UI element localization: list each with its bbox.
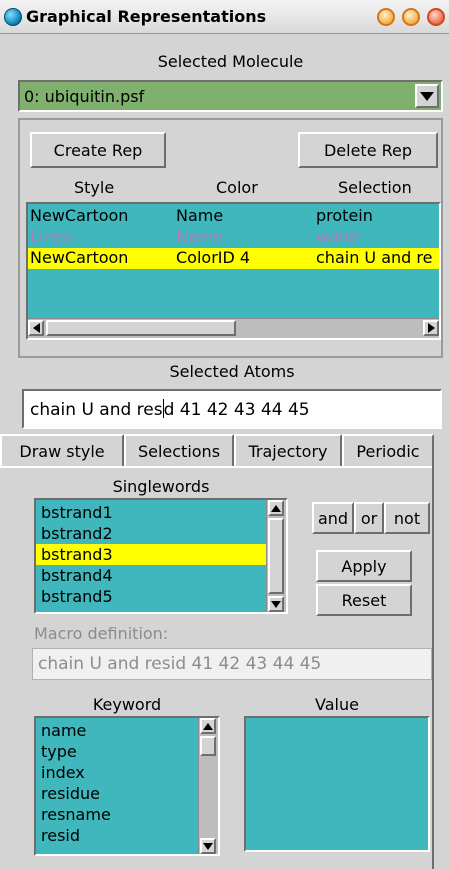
apply-button[interactable]: Apply [316, 550, 412, 582]
and-button[interactable]: and [312, 502, 354, 534]
keyword-scroll-thumb[interactable] [200, 736, 216, 756]
reset-button[interactable]: Reset [316, 584, 412, 616]
scroll-up-arrow-icon[interactable] [200, 718, 216, 734]
rep-style: NewCartoon [30, 206, 129, 225]
list-item[interactable]: bstrand1 [36, 502, 266, 523]
value-label: Value [315, 695, 359, 714]
singlewords-list[interactable]: bstrand1 bstrand2 bstrand3 bstrand4 bstr… [34, 498, 288, 614]
rep-style: Lines [30, 227, 72, 246]
macro-definition-label: Macro definition: [34, 624, 169, 643]
tab-underline [0, 466, 434, 468]
minimize-icon[interactable] [377, 8, 395, 26]
reps-scroll-thumb[interactable] [46, 320, 236, 336]
keyword-vertical-scrollbar[interactable] [198, 718, 218, 854]
not-button[interactable]: not [384, 502, 430, 534]
list-item[interactable]: resname [36, 804, 198, 825]
tab-selections[interactable]: Selections [124, 434, 234, 466]
title-bar[interactable]: Graphical Representations [0, 0, 449, 34]
tab-panel-right-edge [432, 466, 434, 869]
column-header-style: Style [74, 178, 115, 197]
delete-rep-button[interactable]: Delete Rep [298, 132, 438, 168]
keyword-label: Keyword [92, 695, 162, 714]
app-icon [4, 8, 22, 26]
column-header-color: Color [216, 178, 258, 197]
list-item[interactable]: name [36, 720, 198, 741]
tab-trajectory[interactable]: Trajectory [234, 434, 342, 466]
rep-color: Name [176, 206, 224, 225]
rep-selection: chain U and re [316, 248, 433, 267]
chevron-down-icon [420, 91, 434, 101]
macro-definition-input[interactable]: chain U and resid 41 42 43 44 45 [32, 648, 432, 680]
list-item[interactable]: resid [36, 825, 198, 846]
rep-row[interactable]: Lines Name water [28, 227, 439, 248]
atoms-text-after-cursor: d 41 42 43 44 45 [163, 400, 310, 420]
selected-molecule-label: Selected Molecule [157, 52, 304, 71]
scroll-up-arrow-icon[interactable] [268, 500, 284, 516]
singlewords-scroll-thumb[interactable] [268, 518, 284, 594]
singlewords-label: Singlewords [112, 477, 210, 496]
list-item-selected[interactable]: bstrand3 [36, 544, 266, 565]
rep-row-selected[interactable]: NewCartoon ColorID 4 chain U and re [28, 248, 439, 269]
scroll-left-arrow-icon[interactable] [28, 320, 44, 336]
dropdown-arrow-button[interactable] [415, 84, 439, 108]
create-rep-button[interactable]: Create Rep [30, 132, 166, 168]
list-item[interactable]: bstrand2 [36, 523, 266, 544]
reps-list[interactable]: NewCartoon Name protein Lines Name water… [26, 202, 441, 340]
rep-selection: water [316, 227, 362, 246]
close-icon[interactable] [427, 8, 445, 26]
molecule-dropdown-value: 0: ubiquitin.psf [24, 87, 145, 106]
tab-draw-style[interactable]: Draw style [0, 434, 124, 466]
rep-color: ColorID 4 [176, 248, 251, 267]
window-title: Graphical Representations [26, 7, 267, 26]
scroll-down-arrow-icon[interactable] [268, 596, 284, 612]
rep-color: Name [176, 227, 224, 246]
list-item[interactable]: residue [36, 783, 198, 804]
atoms-text-before-cursor: chain U and res [30, 400, 163, 420]
selected-atoms-input[interactable]: chain U and resd 41 42 43 44 45 [22, 389, 442, 429]
list-item[interactable]: bstrand5 [36, 586, 266, 607]
selected-atoms-label: Selected Atoms [169, 362, 295, 381]
maximize-icon[interactable] [402, 8, 420, 26]
scroll-down-arrow-icon[interactable] [200, 838, 216, 854]
reps-horizontal-scrollbar[interactable] [28, 318, 439, 338]
list-item[interactable]: index [36, 762, 198, 783]
scroll-right-arrow-icon[interactable] [423, 320, 439, 336]
tab-periodic[interactable]: Periodic [342, 434, 434, 466]
rep-row[interactable]: NewCartoon Name protein [28, 206, 439, 227]
value-list[interactable] [244, 716, 430, 852]
rep-style: NewCartoon [30, 248, 129, 267]
list-item[interactable]: bstrand4 [36, 565, 266, 586]
or-button[interactable]: or [354, 502, 384, 534]
keyword-list[interactable]: name type index residue resname resid [34, 716, 220, 856]
rep-selection: protein [316, 206, 373, 225]
molecule-dropdown[interactable]: 0: ubiquitin.psf [18, 80, 443, 112]
list-item[interactable]: type [36, 741, 198, 762]
singlewords-vertical-scrollbar[interactable] [266, 500, 286, 612]
column-header-selection: Selection [338, 178, 412, 197]
reps-panel: Create Rep Delete Rep Style Color Select… [18, 118, 443, 358]
